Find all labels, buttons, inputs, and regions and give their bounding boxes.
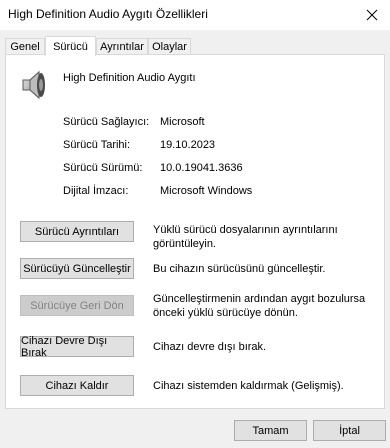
driver-panel: High Definition Audio Aygıtı Sürücü Sağl… (5, 54, 385, 409)
tab-events-label: Olaylar (152, 40, 187, 53)
version-label: Sürücü Sürümü: (63, 162, 143, 174)
rollback-driver-desc: Güncelleştirmenin ardından aygıt bozulur… (153, 293, 366, 319)
date-value: 19.10.2023 (160, 139, 216, 151)
tab-events[interactable]: Olaylar (148, 38, 191, 54)
uninstall-device-desc: Cihazı sistemden kaldırmak (Gelişmiş). (153, 380, 344, 392)
date-label: Sürücü Tarihi: (63, 139, 131, 151)
version-value: 10.0.19041.3636 (160, 162, 243, 174)
disable-device-button[interactable]: Cihazı Devre Dışı Bırak (20, 335, 134, 359)
driver-details-button[interactable]: Sürücü Ayrıntıları (20, 221, 134, 242)
tab-driver[interactable]: Sürücü (45, 36, 96, 56)
tab-general-label: Genel (10, 40, 40, 53)
rollback-driver-button[interactable]: Sürücüye Geri Dön (20, 295, 134, 316)
cancel-button[interactable]: İptal (313, 420, 386, 441)
disable-device-desc: Cihazı devre dışı bırak. (153, 341, 267, 353)
title-bar: High Definition Audio Aygıtı Özellikleri (0, 0, 390, 30)
tab-details[interactable]: Ayrıntılar (96, 38, 148, 54)
driver-details-desc: Yüklü sürücü dosyalarının ayrıntılarını … (153, 224, 338, 250)
close-button[interactable] (354, 0, 390, 30)
close-icon (366, 9, 378, 21)
provider-value: Microsoft (160, 116, 205, 128)
signer-value: Microsoft Windows (160, 185, 253, 197)
provider-label: Sürücü Sağlayıcı: (63, 116, 150, 128)
update-driver-desc: Bu cihazın sürücüsünü güncelleştir. (153, 263, 326, 275)
signer-label: Dijital İmzacı: (63, 185, 129, 197)
tab-details-label: Ayrıntılar (100, 40, 144, 53)
tab-driver-label: Sürücü (53, 40, 88, 53)
uninstall-device-button[interactable]: Cihazı Kaldır (20, 375, 134, 396)
tab-general[interactable]: Genel (5, 38, 45, 54)
device-name: High Definition Audio Aygıtı (63, 72, 196, 84)
window-title: High Definition Audio Aygıtı Özellikleri (8, 7, 208, 21)
ok-button[interactable]: Tamam (234, 420, 307, 441)
speaker-icon (22, 70, 45, 100)
update-driver-button[interactable]: Sürücüyü Güncelleştir (20, 258, 134, 279)
